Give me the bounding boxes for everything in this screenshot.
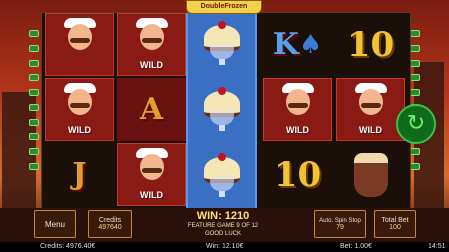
chef-face-icon [68, 24, 92, 50]
chef-wild-symbol: WILD [263, 78, 332, 141]
mustache-icon [142, 168, 162, 173]
menu-button[interactable]: Menu [34, 210, 76, 238]
payline-marker [410, 44, 420, 52]
chef-face-icon [140, 24, 164, 50]
payline-marker [29, 103, 39, 111]
mustache-icon [70, 38, 90, 43]
payline-marker [29, 89, 39, 97]
total-bet-button[interactable]: Total Bet 100 [374, 210, 416, 238]
mustache-icon [361, 103, 381, 108]
wild-label: WILD [359, 125, 382, 135]
chef-wild-symbol: WILD [117, 143, 186, 206]
win-panel: WIN: 1210 FEATURE GAME 9 OF 12 GOOD LUCK [138, 210, 308, 240]
chef-face-icon [68, 89, 92, 115]
ice-cream-sundae-icon [200, 87, 244, 131]
letter-j-symbol: J [45, 143, 114, 206]
mustache-icon [288, 103, 308, 108]
total-bet-value: 100 [389, 224, 401, 231]
menu-label: Menu [44, 219, 65, 229]
reel-5: 10 WILD [335, 13, 406, 209]
credits-display: Credits 497640 [88, 210, 132, 238]
ten-label: 10 [273, 154, 322, 195]
letter-j: J [72, 157, 87, 192]
reel-2: WILD A WILD [116, 13, 187, 209]
cherry-icon [218, 87, 226, 95]
cherry-icon [218, 153, 226, 161]
game-logo: DoubleFrozen [186, 0, 262, 14]
payline-marker [29, 118, 39, 126]
payline-marker [410, 89, 420, 97]
reel-area: WILD J WILD A WILD K ♠ WILD 10 10 WILD [41, 12, 411, 210]
chef-face-icon [286, 89, 310, 115]
credits-label: Credits [98, 217, 122, 224]
reel-3-sundae-stack [186, 13, 257, 209]
reel-4: K ♠ WILD 10 [262, 13, 333, 209]
spin-button[interactable]: ↻ [396, 104, 436, 144]
status-credits: Credits: 4976.40€ [40, 243, 96, 250]
ten-symbol: 10 [336, 13, 405, 76]
chef-wild-symbol [45, 13, 114, 76]
refresh-icon: ↻ [406, 110, 426, 135]
ice-cream-cup-icon [353, 152, 388, 197]
payline-marker [410, 148, 420, 156]
chef-face-icon [359, 89, 383, 115]
auto-spin-value: 79 [336, 223, 344, 231]
stem-icon [219, 125, 225, 131]
chef-wild-symbol: WILD [336, 78, 405, 141]
chef-face-icon [140, 154, 164, 180]
payline-marker [29, 162, 39, 170]
credits-value: 497640 [98, 224, 122, 231]
ice-cream-sundae-icon [200, 153, 244, 197]
cherry-icon [218, 21, 226, 29]
total-bet-label: Total Bet [381, 217, 409, 224]
wild-label: WILD [68, 125, 91, 135]
left-payline-markers [29, 30, 39, 170]
chef-wild-symbol: WILD [117, 13, 186, 76]
wild-label: WILD [140, 60, 163, 70]
stem-icon [219, 191, 225, 197]
chef-wild-symbol: WILD [45, 78, 114, 141]
wild-label: WILD [140, 190, 163, 200]
payline-marker [29, 148, 39, 156]
letter-k: K [272, 27, 299, 62]
stem-icon [219, 59, 225, 65]
letter-a-symbol: A [117, 78, 186, 141]
mustache-icon [142, 38, 162, 43]
status-win: Win: 12.10€ [206, 243, 244, 250]
glass-icon [210, 111, 234, 125]
glass-icon [210, 177, 234, 191]
payline-marker [29, 74, 39, 82]
ice-cream-sundae-icon [200, 21, 244, 65]
payline-marker [29, 59, 39, 67]
payline-marker [410, 30, 420, 37]
payline-marker [29, 44, 39, 52]
payline-marker [410, 74, 420, 82]
auto-spin-stop-button[interactable]: Auto. Spin Stop 79 [314, 210, 366, 238]
win-text: WIN: 1210 [196, 210, 250, 222]
letter-a: A [139, 92, 164, 127]
reel-1: WILD J [44, 13, 115, 209]
good-luck-text: GOOD LUCK [204, 231, 241, 237]
payline-marker [410, 162, 420, 170]
right-payline-markers [410, 30, 420, 170]
glass-icon [210, 45, 234, 59]
spade-icon: ♠ [298, 29, 323, 60]
letter-k-symbol: K ♠ [263, 13, 332, 76]
game-screen: WILD J WILD A WILD K ♠ WILD 10 10 WILD D… [0, 0, 449, 252]
payline-marker [29, 133, 39, 141]
payline-marker [410, 59, 420, 67]
ten-symbol: 10 [263, 143, 332, 206]
mustache-icon [70, 103, 90, 108]
ice-cream-cup-symbol [336, 143, 405, 206]
feature-game-text: FEATURE GAME 9 OF 12 [187, 223, 259, 229]
status-bet: Bet: 1.00€ [340, 243, 372, 250]
status-bar: Credits: 4976.40€ Win: 12.10€ Bet: 1.00€… [0, 242, 449, 252]
wild-label: WILD [286, 125, 309, 135]
ten-label: 10 [346, 24, 395, 65]
status-time: 14:51 [428, 243, 446, 250]
payline-marker [29, 30, 39, 37]
